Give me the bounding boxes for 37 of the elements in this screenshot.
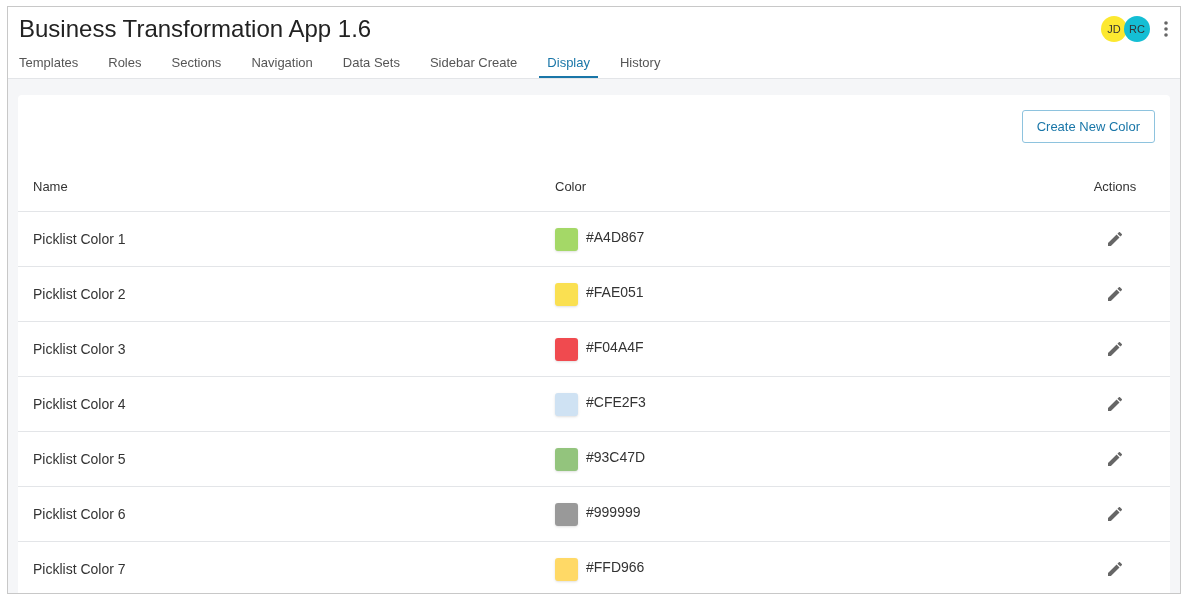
edit-icon[interactable] [1108, 287, 1122, 301]
tab[interactable]: Display [539, 49, 598, 78]
user-avatar[interactable]: RC [1124, 16, 1150, 42]
table-cell: Picklist Color 7 [33, 560, 126, 577]
table-cell-text: #93C47D [586, 447, 646, 467]
table-cell-text: #FAE051 [586, 282, 644, 302]
tab[interactable]: Roles [100, 49, 150, 78]
edit-icon[interactable] [1108, 342, 1122, 356]
table-cell-text: #A4D867 [586, 227, 645, 247]
tab[interactable]: Data Sets [334, 49, 408, 78]
table-cell-text: #FFD966 [586, 557, 645, 577]
edit-icon[interactable] [1108, 232, 1122, 246]
tab[interactable]: Navigation [243, 49, 321, 78]
table-cell: Picklist Color 4 [33, 395, 126, 412]
table-cell: Picklist Color 1 [33, 230, 126, 247]
table-cell-text: #F04A4F [586, 337, 644, 357]
table-cell: Picklist Color 2 [33, 285, 126, 302]
edit-icon[interactable] [1108, 397, 1122, 411]
edit-icon[interactable] [1108, 562, 1122, 576]
tab[interactable]: Sidebar Create [421, 49, 526, 78]
column-header: Actions [1092, 177, 1138, 196]
table-cell: Picklist Color 6 [33, 505, 126, 522]
more-icon[interactable] [1164, 21, 1168, 37]
table-cell-text: #CFE2F3 [586, 392, 646, 412]
table-cell-text: #999999 [586, 502, 641, 522]
user-avatar[interactable]: JD [1101, 16, 1127, 42]
table-cell: Picklist Color 5 [33, 450, 126, 467]
tab[interactable]: History [612, 49, 669, 78]
create-new-color-button[interactable]: Create New Color [1021, 110, 1155, 143]
edit-icon[interactable] [1108, 452, 1122, 466]
tab[interactable]: Templates [11, 49, 87, 78]
column-header: Color [555, 177, 588, 196]
table-cell: Picklist Color 3 [33, 340, 126, 357]
window-title: Business Transformation App 1.6 [19, 14, 372, 44]
column-header: Name [32, 177, 69, 196]
edit-icon[interactable] [1108, 507, 1122, 521]
tab[interactable]: Sections [163, 49, 230, 78]
